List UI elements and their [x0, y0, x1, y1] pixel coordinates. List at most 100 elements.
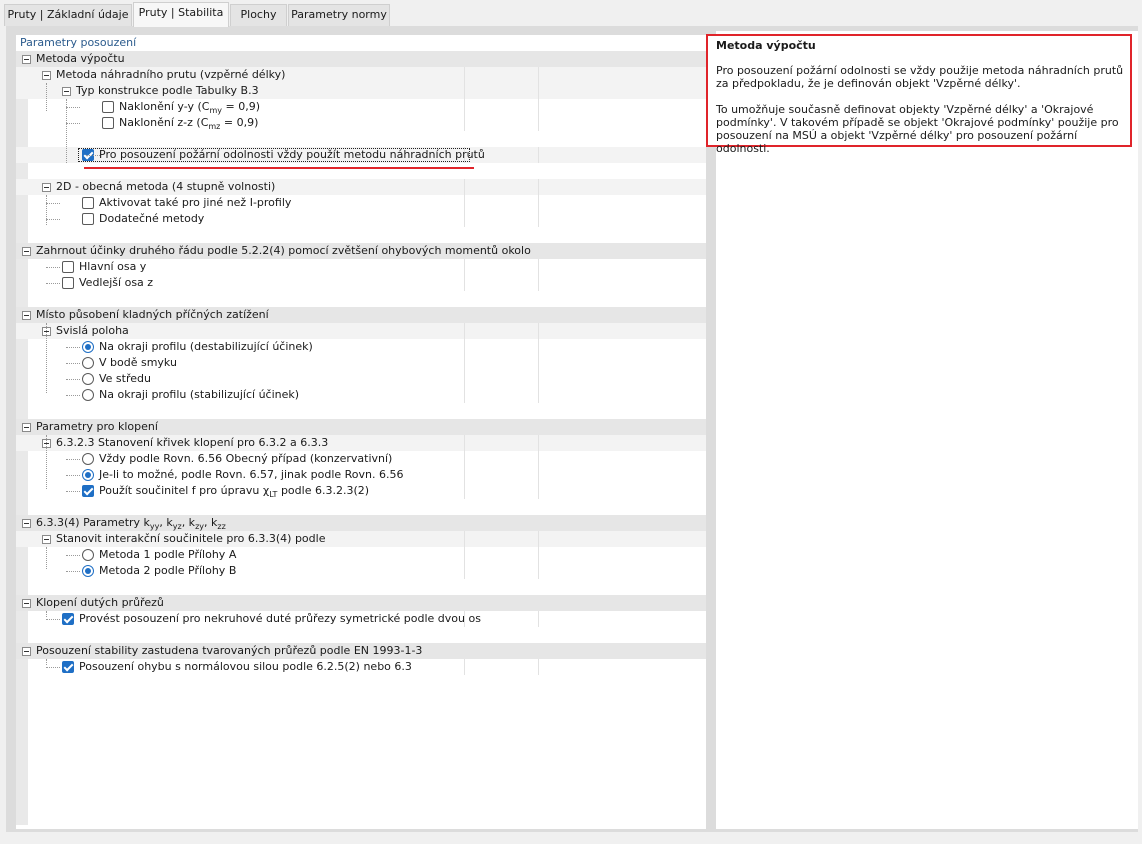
highlight-underline	[84, 167, 474, 169]
tree-row-g2-o1[interactable]: Hlavní osa y	[16, 259, 706, 275]
tree-label: Posouzení stability zastudena tvarovanýc…	[36, 644, 423, 657]
column-divider	[538, 259, 539, 275]
tab-pruty-zakladni-udaje[interactable]: Pruty | Základní údaje	[4, 4, 132, 26]
radio-button[interactable]	[82, 389, 94, 401]
checkbox[interactable]	[62, 613, 74, 625]
tree-row-g3-r2[interactable]: V bodě smyku	[16, 355, 706, 371]
column-divider	[464, 659, 465, 675]
tree-row-g1-opt1[interactable]: Naklonění y-y (Cmy = 0,9)	[16, 99, 706, 115]
tree-connector	[46, 619, 60, 620]
radio-button[interactable]	[82, 453, 94, 465]
column-divider	[538, 115, 539, 131]
tree-label: Místo působení kladných příčných zatížen…	[36, 308, 269, 321]
collapse-icon[interactable]	[22, 519, 31, 528]
collapse-icon[interactable]	[42, 71, 51, 80]
collapse-icon[interactable]	[22, 247, 31, 256]
collapse-icon[interactable]	[22, 599, 31, 608]
radio-button[interactable]	[82, 469, 94, 481]
tree-row-g6-c1[interactable]: Provést posouzení pro nekruhové duté prů…	[16, 611, 706, 627]
tree-row-g1-opt2[interactable]: Naklonění z-z (Cmz = 0,9)	[16, 115, 706, 131]
collapse-icon[interactable]	[42, 535, 51, 544]
tree-connector	[66, 347, 80, 348]
tree-label: Stanovit interakční součinitele pro 6.3.…	[56, 532, 326, 545]
info-paragraph-2: To umožňuje současně definovat objekty '…	[716, 103, 1119, 155]
tree-label: Metoda 1 podle Přílohy A	[99, 548, 237, 561]
tree-label: Zahrnout účinky druhého řádu podle 5.2.2…	[36, 244, 531, 257]
tree-row-g2-o2[interactable]: Vedlejší osa z	[16, 275, 706, 291]
checkbox[interactable]	[82, 197, 94, 209]
column-divider	[464, 387, 465, 403]
tree-connector	[66, 99, 67, 163]
column-divider	[538, 611, 539, 627]
column-divider	[538, 387, 539, 403]
column-divider	[464, 211, 465, 227]
checkbox[interactable]	[62, 661, 74, 673]
tree-label: Naklonění y-y (Cmy = 0,9)	[119, 100, 260, 116]
tree-row-g3-r3[interactable]: Ve středu	[16, 371, 706, 387]
tab-pruty-stabilita[interactable]: Pruty | Stabilita	[133, 2, 229, 27]
pane-title: Parametry posouzení	[20, 36, 137, 49]
collapse-icon[interactable]	[22, 55, 31, 64]
tree-row-g1: Metoda výpočtu	[16, 51, 706, 67]
collapse-icon[interactable]	[42, 183, 51, 192]
checkbox[interactable]	[62, 277, 74, 289]
tree-row-g5-r2[interactable]: Metoda 2 podle Přílohy B	[16, 563, 706, 579]
tab-parametry-normy[interactable]: Parametry normy	[288, 4, 390, 26]
tree-connector	[46, 323, 47, 393]
collapse-icon[interactable]	[22, 311, 31, 320]
info-title: Metoda výpočtu	[716, 39, 816, 52]
column-divider	[538, 659, 539, 675]
info-box: Metoda výpočtu Pro posouzení požární odo…	[706, 34, 1132, 155]
tree-row-g3-r1[interactable]: Na okraji profilu (destabilizující účine…	[16, 339, 706, 355]
tree-row-g4-r2[interactable]: Je-li to možné, podle Rovn. 6.57, jinak …	[16, 467, 706, 483]
tree-row-g3-s1: Svislá poloha	[16, 323, 706, 339]
tree-label: Naklonění z-z (Cmz = 0,9)	[119, 116, 259, 132]
column-divider	[464, 99, 465, 115]
tree-row-g3-r4[interactable]: Na okraji profilu (stabilizující účinek)	[16, 387, 706, 403]
tree-row-g5: 6.3.3(4) Parametry kyy, kyz, kzy, kzz	[16, 515, 706, 531]
column-divider	[464, 339, 465, 355]
radio-button[interactable]	[82, 549, 94, 561]
column-divider	[464, 259, 465, 275]
parameters-pane: Parametry posouzení Metoda výpočtu Metoda…	[16, 35, 706, 829]
checkbox[interactable]	[82, 213, 94, 225]
tree-connector	[66, 123, 80, 124]
tree-row-g7-c1[interactable]: Posouzení ohybu s normálovou silou podle…	[16, 659, 706, 675]
radio-button[interactable]	[82, 565, 94, 577]
collapse-icon[interactable]	[22, 647, 31, 656]
column-divider	[538, 547, 539, 563]
tree-label: Svislá poloha	[56, 324, 129, 337]
column-divider	[538, 563, 539, 579]
column-divider	[464, 371, 465, 387]
tree-label: V bodě smyku	[99, 356, 177, 369]
tree-row-g4-r1[interactable]: Vždy podle Rovn. 6.56 Obecný případ (kon…	[16, 451, 706, 467]
checkbox[interactable]	[102, 117, 114, 129]
collapse-icon[interactable]	[22, 423, 31, 432]
tree-row-g4-c1[interactable]: Použít součinitel f pro úpravu χLT podle…	[16, 483, 706, 499]
column-divider	[538, 275, 539, 291]
tree-connector	[46, 195, 47, 225]
column-divider	[464, 323, 465, 339]
radio-button[interactable]	[82, 373, 94, 385]
tab-plochy[interactable]: Plochy	[230, 4, 287, 26]
tree-row-g1-fire[interactable]: Pro posouzení požární odolnosti vždy pou…	[16, 147, 706, 163]
tree-row-g1-s1: Metoda náhradního prutu (vzpěrné délky)	[16, 67, 706, 83]
radio-button[interactable]	[82, 357, 94, 369]
checkbox[interactable]	[62, 261, 74, 273]
tree-row-g1-s2-o1[interactable]: Aktivovat také pro jiné než I-profily	[16, 195, 706, 211]
tree-row-g1-s2-o2[interactable]: Dodatečné metody	[16, 211, 706, 227]
tree-row-g5-r1[interactable]: Metoda 1 podle Přílohy A	[16, 547, 706, 563]
column-divider	[538, 339, 539, 355]
tree-row-g4: Parametry pro klopení	[16, 419, 706, 435]
tree-label: Použít součinitel f pro úpravu χLT podle…	[99, 484, 370, 500]
tree-label: Aktivovat také pro jiné než I-profily	[99, 196, 292, 209]
checkbox[interactable]	[102, 101, 114, 113]
radio-button[interactable]	[82, 341, 94, 353]
tree-label: Provést posouzení pro nekruhové duté prů…	[79, 612, 481, 625]
column-divider	[464, 275, 465, 291]
column-divider	[464, 179, 465, 195]
tree-label: Na okraji profilu (destabilizující účine…	[99, 340, 313, 353]
collapse-icon[interactable]	[62, 87, 71, 96]
tree-connector	[66, 459, 80, 460]
checkbox[interactable]	[82, 485, 94, 497]
